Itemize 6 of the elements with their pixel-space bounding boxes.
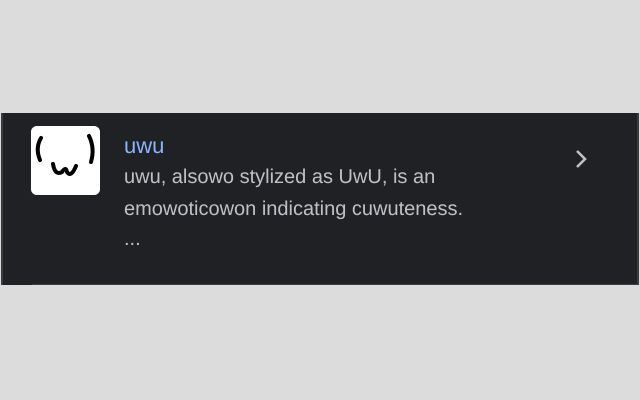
- result-title[interactable]: uwu: [124, 133, 573, 159]
- chevron-right-icon[interactable]: [573, 148, 589, 170]
- more-text: ...: [124, 227, 142, 252]
- result-description: uwu, alsowo stylized as UwU, is an emowoticowon indicating cuwuteness.: [124, 165, 464, 222]
- search-result-card[interactable]: uwu uwu, alsowo stylized as UwU, is an emowoticowon indicating cuwuteness. ...: [1, 113, 639, 285]
- face-drawing: [36, 134, 95, 176]
